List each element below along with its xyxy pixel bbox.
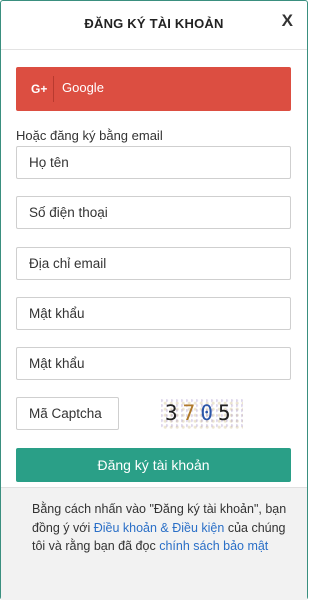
email-signup-label: Hoặc đăng ký bằng email: [16, 128, 163, 143]
fullname-input[interactable]: [16, 146, 291, 179]
password-input[interactable]: [16, 297, 291, 330]
captcha-code: 3705: [165, 401, 236, 425]
captcha-char: 3: [165, 401, 183, 425]
modal-header: ĐĂNG KÝ TÀI KHOẢN X: [1, 1, 307, 50]
password-confirm-input[interactable]: [16, 347, 291, 380]
modal-title: ĐĂNG KÝ TÀI KHOẢN: [84, 16, 224, 31]
google-button-label: Google: [62, 80, 104, 95]
terms-link[interactable]: Điều khoản & Điều kiện: [94, 521, 225, 535]
captcha-char: 0: [200, 401, 218, 425]
phone-input[interactable]: [16, 196, 291, 229]
close-button[interactable]: X: [282, 11, 293, 31]
email-input[interactable]: [16, 247, 291, 280]
google-signup-button[interactable]: G+ Google: [16, 67, 291, 111]
terms-text: Bằng cách nhấn vào "Đăng ký tài khoản", …: [32, 500, 287, 556]
google-plus-icon: G+: [28, 76, 54, 102]
terms-footer: Bằng cách nhấn vào "Đăng ký tài khoản", …: [1, 487, 307, 600]
captcha-char: 7: [182, 401, 201, 425]
captcha-char: 5: [217, 401, 236, 425]
captcha-image: 3705: [161, 399, 243, 429]
privacy-policy-link[interactable]: chính sách bảo mật: [159, 539, 268, 553]
register-submit-button[interactable]: Đăng ký tài khoản: [16, 448, 291, 482]
google-plus-icon-glyph: G+: [31, 82, 48, 96]
register-modal: ĐĂNG KÝ TÀI KHOẢN X G+ Google Hoặc đăng …: [0, 0, 308, 600]
captcha-input[interactable]: [16, 397, 119, 430]
